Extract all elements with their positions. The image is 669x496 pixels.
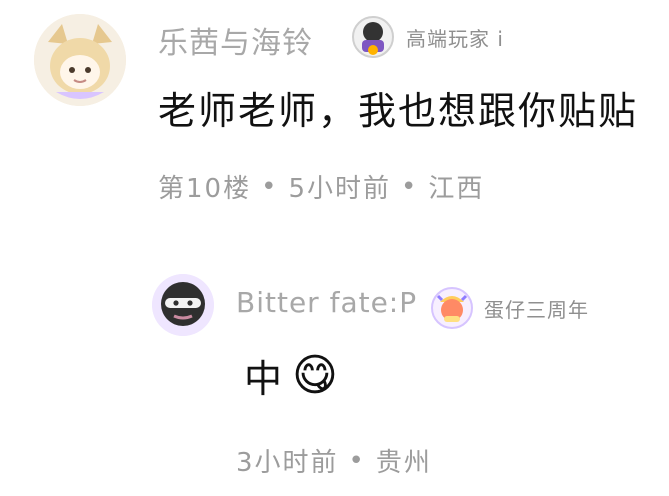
location: 贵州	[375, 448, 432, 478]
comment-meta: 第10楼 • 5小时前 • 江西	[158, 168, 484, 205]
high-end-player-badge-icon	[352, 16, 394, 58]
location: 江西	[428, 174, 485, 204]
separator-dot: •	[348, 445, 366, 476]
username[interactable]: 乐茜与海铃	[158, 18, 313, 62]
cat-hood-avatar-icon	[34, 14, 126, 106]
user-badge[interactable]: 高端玩家 i	[350, 14, 504, 60]
comment-item: 乐茜与海铃 高端玩家 i 老师老师，我也想跟你贴贴 第10楼 • 5小时前 • …	[0, 0, 669, 230]
reply-text: 中	[244, 357, 285, 401]
separator-dot: •	[400, 171, 419, 202]
comment-text: 老师老师，我也想跟你贴贴	[158, 89, 639, 133]
ninja-avatar-icon	[152, 274, 214, 336]
reply-item: Bitter fate:P 蛋仔三周年 中 😋 3小时前 • 贵州	[0, 262, 669, 492]
badge-label: 高端玩家 i	[406, 26, 504, 51]
user-avatar[interactable]	[34, 14, 126, 106]
floor: 第10楼	[158, 174, 252, 204]
emoji-icon: 😋	[292, 350, 340, 401]
reply-badge[interactable]: 蛋仔三周年	[430, 286, 589, 330]
timestamp: 3小时前	[236, 448, 339, 478]
reply-meta: 3小时前 • 贵州	[236, 442, 432, 479]
eggy-anniversary-badge-icon	[431, 287, 473, 329]
separator-dot: •	[261, 171, 279, 202]
badge-label: 蛋仔三周年	[484, 297, 589, 322]
reply-username[interactable]: Bitter fate:P	[236, 286, 417, 319]
timestamp: 5小时前	[288, 174, 391, 204]
reply-content: 中 😋	[244, 348, 340, 403]
reply-avatar[interactable]	[152, 274, 214, 336]
